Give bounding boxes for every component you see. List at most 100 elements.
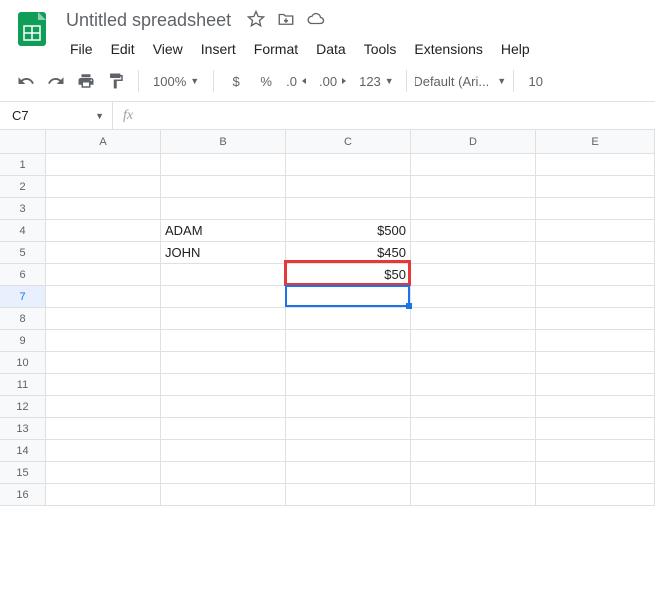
col-header-C[interactable]: C	[286, 130, 411, 154]
row-header-15[interactable]: 15	[0, 462, 46, 484]
cell-D13[interactable]	[411, 418, 536, 440]
cell-D8[interactable]	[411, 308, 536, 330]
cell-C12[interactable]	[286, 396, 411, 418]
row-header-8[interactable]: 8	[0, 308, 46, 330]
cell-B11[interactable]	[161, 374, 286, 396]
cell-D2[interactable]	[411, 176, 536, 198]
cell-A6[interactable]	[46, 264, 161, 286]
select-all-corner[interactable]	[0, 130, 46, 154]
cell-D3[interactable]	[411, 198, 536, 220]
cell-C13[interactable]	[286, 418, 411, 440]
cell-E2[interactable]	[536, 176, 655, 198]
cell-D11[interactable]	[411, 374, 536, 396]
font-size-input[interactable]: 10	[522, 67, 550, 95]
row-header-12[interactable]: 12	[0, 396, 46, 418]
cell-C3[interactable]	[286, 198, 411, 220]
row-header-10[interactable]: 10	[0, 352, 46, 374]
row-header-16[interactable]: 16	[0, 484, 46, 506]
zoom-select[interactable]: 100%▼	[147, 67, 205, 95]
cell-A8[interactable]	[46, 308, 161, 330]
cell-E5[interactable]	[536, 242, 655, 264]
cell-B7[interactable]	[161, 286, 286, 308]
formula-bar[interactable]	[143, 102, 655, 129]
percent-button[interactable]: %	[252, 67, 280, 95]
cell-B13[interactable]	[161, 418, 286, 440]
cell-B14[interactable]	[161, 440, 286, 462]
cell-C2[interactable]	[286, 176, 411, 198]
cell-E14[interactable]	[536, 440, 655, 462]
cell-C6[interactable]: $50	[286, 264, 411, 286]
cell-E9[interactable]	[536, 330, 655, 352]
cell-E15[interactable]	[536, 462, 655, 484]
cell-A11[interactable]	[46, 374, 161, 396]
cell-C7[interactable]	[286, 286, 411, 308]
cell-C14[interactable]	[286, 440, 411, 462]
currency-button[interactable]: $	[222, 67, 250, 95]
cell-D9[interactable]	[411, 330, 536, 352]
font-select[interactable]: Default (Ari...▼	[415, 67, 505, 95]
cell-B1[interactable]	[161, 154, 286, 176]
cell-A1[interactable]	[46, 154, 161, 176]
cell-E11[interactable]	[536, 374, 655, 396]
cloud-icon[interactable]	[307, 10, 325, 31]
cell-C8[interactable]	[286, 308, 411, 330]
menu-tools[interactable]: Tools	[356, 37, 405, 61]
cell-A14[interactable]	[46, 440, 161, 462]
cell-C15[interactable]	[286, 462, 411, 484]
menu-edit[interactable]: Edit	[103, 37, 143, 61]
cell-B3[interactable]	[161, 198, 286, 220]
row-header-3[interactable]: 3	[0, 198, 46, 220]
paint-format-icon[interactable]	[102, 67, 130, 95]
cell-A10[interactable]	[46, 352, 161, 374]
cell-C4[interactable]: $500	[286, 220, 411, 242]
cell-B12[interactable]	[161, 396, 286, 418]
undo-icon[interactable]	[12, 67, 40, 95]
col-header-E[interactable]: E	[536, 130, 655, 154]
cell-E3[interactable]	[536, 198, 655, 220]
cell-A4[interactable]	[46, 220, 161, 242]
cell-A5[interactable]	[46, 242, 161, 264]
cell-D5[interactable]	[411, 242, 536, 264]
row-header-6[interactable]: 6	[0, 264, 46, 286]
cell-D7[interactable]	[411, 286, 536, 308]
row-header-4[interactable]: 4	[0, 220, 46, 242]
row-header-2[interactable]: 2	[0, 176, 46, 198]
cell-C10[interactable]	[286, 352, 411, 374]
cell-D15[interactable]	[411, 462, 536, 484]
row-header-5[interactable]: 5	[0, 242, 46, 264]
cell-E16[interactable]	[536, 484, 655, 506]
cell-A9[interactable]	[46, 330, 161, 352]
col-header-A[interactable]: A	[46, 130, 161, 154]
cell-C9[interactable]	[286, 330, 411, 352]
cell-B9[interactable]	[161, 330, 286, 352]
cell-E8[interactable]	[536, 308, 655, 330]
cell-B10[interactable]	[161, 352, 286, 374]
menu-insert[interactable]: Insert	[193, 37, 244, 61]
cell-B16[interactable]	[161, 484, 286, 506]
cell-B2[interactable]	[161, 176, 286, 198]
menu-data[interactable]: Data	[308, 37, 354, 61]
row-header-13[interactable]: 13	[0, 418, 46, 440]
cell-B15[interactable]	[161, 462, 286, 484]
increase-decimal-button[interactable]: .00	[315, 67, 353, 95]
decrease-decimal-button[interactable]: .0	[282, 67, 313, 95]
cell-A2[interactable]	[46, 176, 161, 198]
move-icon[interactable]	[277, 10, 295, 31]
print-icon[interactable]	[72, 67, 100, 95]
cell-E7[interactable]	[536, 286, 655, 308]
cell-D10[interactable]	[411, 352, 536, 374]
cell-D16[interactable]	[411, 484, 536, 506]
cell-D4[interactable]	[411, 220, 536, 242]
redo-icon[interactable]	[42, 67, 70, 95]
row-header-1[interactable]: 1	[0, 154, 46, 176]
cell-D1[interactable]	[411, 154, 536, 176]
cell-A16[interactable]	[46, 484, 161, 506]
row-header-7[interactable]: 7	[0, 286, 46, 308]
row-header-14[interactable]: 14	[0, 440, 46, 462]
cell-C16[interactable]	[286, 484, 411, 506]
menu-help[interactable]: Help	[493, 37, 538, 61]
cell-D14[interactable]	[411, 440, 536, 462]
spreadsheet-grid[interactable]: ABCDE1234ADAM$5005JOHN$4506$507891011121…	[0, 130, 655, 506]
cell-A3[interactable]	[46, 198, 161, 220]
cell-E12[interactable]	[536, 396, 655, 418]
